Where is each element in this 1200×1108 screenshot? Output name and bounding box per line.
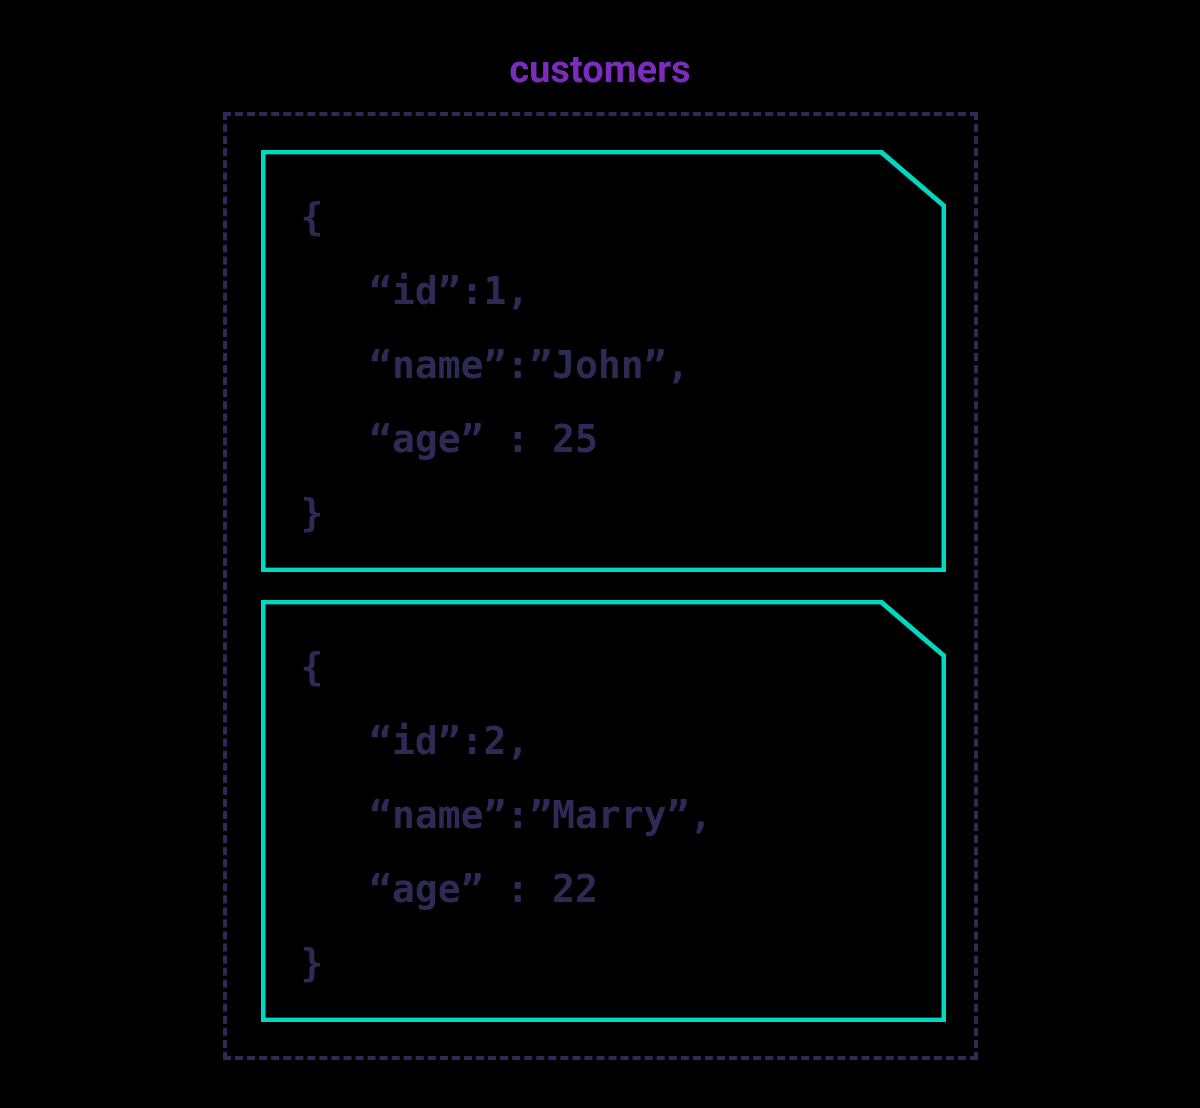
document-card: { “id”:2, “name”:”Marry”, “age” : 22 } [261,600,946,1022]
json-line: } [301,491,324,535]
collection-container: { “id”:1, “name”:”John”, “age” : 25 } { … [223,112,978,1060]
json-line: “id”:2, [301,719,530,763]
json-line: } [301,941,324,985]
json-line: { [301,195,324,239]
json-line: “age” : 25 [301,417,598,461]
json-line: { [301,645,324,689]
document-json-content: { “id”:1, “name”:”John”, “age” : 25 } [301,180,906,542]
collection-title: customers [509,48,690,92]
json-line: “age” : 22 [301,867,598,911]
json-line: “id”:1, [301,269,530,313]
json-line: “name”:”John”, [301,343,690,387]
json-line: “name”:”Marry”, [301,793,713,837]
document-card: { “id”:1, “name”:”John”, “age” : 25 } [261,150,946,572]
document-json-content: { “id”:2, “name”:”Marry”, “age” : 22 } [301,630,906,992]
